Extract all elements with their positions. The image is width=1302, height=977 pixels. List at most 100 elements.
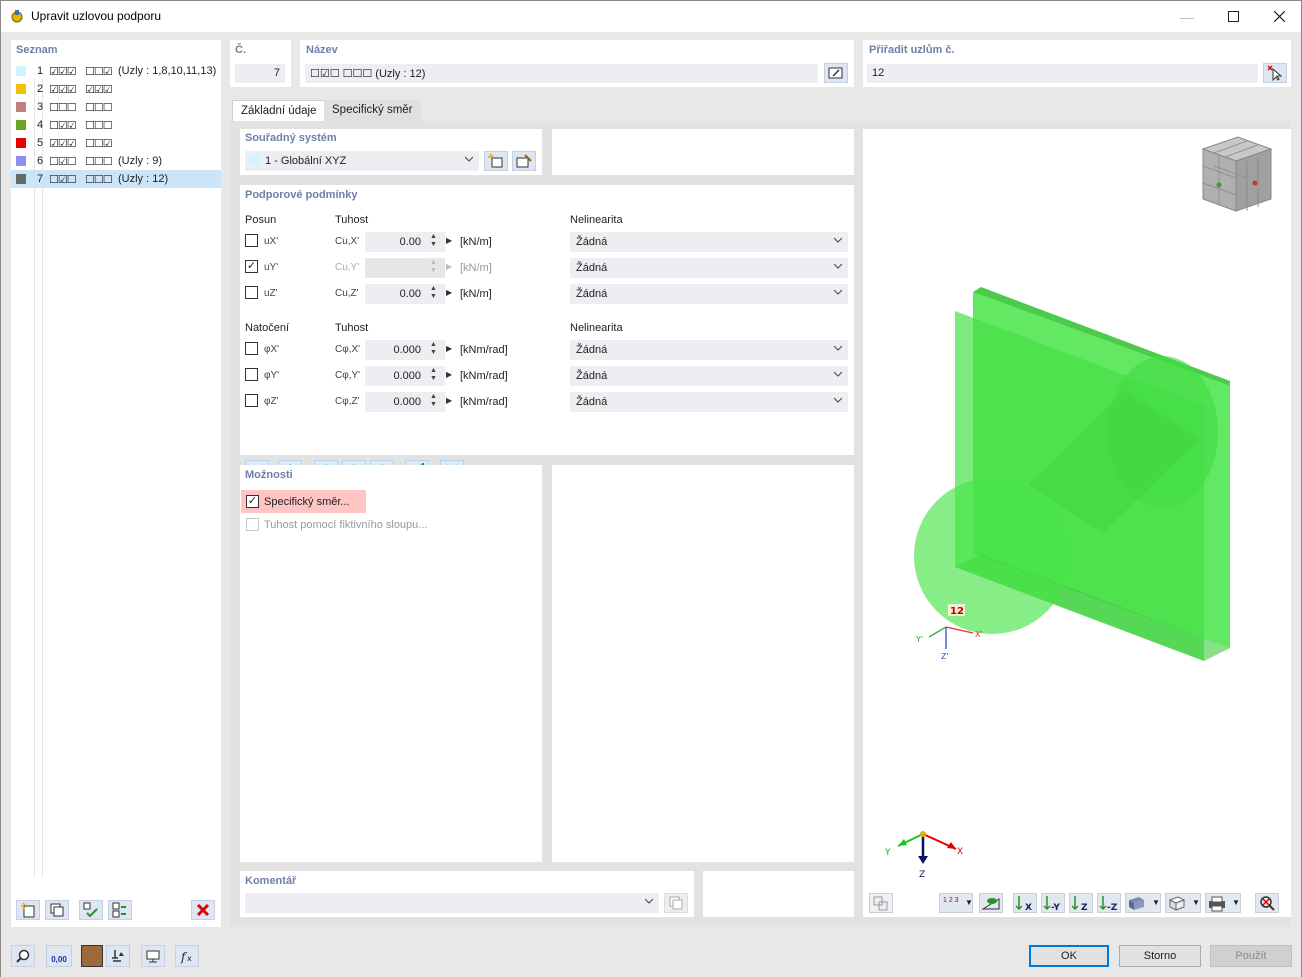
translation-stiffness-label: Cu,Y'	[335, 262, 360, 273]
perspective-button[interactable]: ▼	[1165, 893, 1201, 913]
check-all-button[interactable]	[79, 900, 103, 920]
spinner-icon[interactable]: ▲▼	[430, 259, 437, 275]
list-item[interactable]: 1 ☑☑☑ ☐☐☑ (Uzly : 1,8,10,11,13)	[11, 62, 221, 80]
edit-name-button[interactable]	[824, 63, 848, 83]
tree-guide	[34, 78, 35, 878]
list-header: Seznam	[16, 44, 58, 56]
arrow-right-icon[interactable]: ▶	[446, 236, 452, 245]
translation-nonlinearity-select[interactable]: Žádná	[570, 258, 848, 278]
arrow-right-icon[interactable]: ▶	[446, 262, 452, 271]
specific-direction-option[interactable]: ✓ Specifický směr...	[241, 490, 366, 513]
pick-nodes-button[interactable]	[1263, 63, 1287, 83]
minimize-button[interactable]: —	[1164, 1, 1210, 32]
arrow-right-icon[interactable]: ▶	[446, 288, 452, 297]
formula-button[interactable]: fx	[175, 945, 199, 967]
spinner-icon[interactable]: ▲▼	[430, 367, 437, 383]
new-item-button[interactable]	[16, 900, 40, 920]
apply-button[interactable]: Použít	[1210, 945, 1292, 967]
rotation-checkbox[interactable]	[245, 342, 258, 355]
check-selected-button[interactable]	[108, 900, 132, 920]
rotation-checkbox[interactable]	[245, 368, 258, 381]
list-item[interactable]: 3 ☐☐☐ ☐☐☐	[11, 98, 221, 116]
specific-direction-checkbox[interactable]: ✓	[246, 495, 259, 508]
list-item-label: (Uzly : 1,8,10,11,13)	[118, 65, 217, 77]
view-cube-icon[interactable]	[1201, 136, 1273, 212]
svg-text:-Z: -Z	[1107, 903, 1118, 912]
units-button[interactable]: 0,00	[46, 945, 72, 967]
view-sync-button[interactable]	[869, 893, 893, 913]
view-neg-z-button[interactable]: -Z	[1097, 893, 1121, 913]
list-item-number: 4	[37, 119, 44, 131]
tab-basic[interactable]: Základní údaje	[232, 100, 326, 122]
render-mode-icon	[1129, 897, 1144, 910]
title-bar: Upravit uzlovou podporu —	[1, 1, 1301, 32]
comment-input[interactable]	[245, 893, 659, 913]
stiffness-header-rot: Tuhost	[335, 322, 369, 334]
search-button[interactable]	[11, 945, 35, 967]
list-item[interactable]: 7 ☐☑☐ ☐☐☐ (Uzly : 12)	[11, 170, 221, 188]
view-model-button[interactable]	[141, 945, 165, 967]
fictitious-column-checkbox[interactable]	[246, 518, 259, 531]
list-item-color	[16, 102, 26, 112]
spinner-icon[interactable]: ▲▼	[430, 341, 437, 357]
coord-label: Souřadný systém	[245, 132, 337, 144]
check-all-icon	[83, 902, 98, 918]
list-item-translation-flags: ☑☑☑	[49, 84, 77, 96]
delete-item-button[interactable]	[191, 900, 215, 920]
number-panel: Č. 7	[230, 40, 291, 87]
list-item[interactable]: 5 ☑☑☑ ☐☐☑	[11, 134, 221, 152]
spinner-icon[interactable]: ▲▼	[430, 393, 437, 409]
translation-checkbox[interactable]: ✓	[245, 260, 258, 273]
translation-nonlinearity-select[interactable]: Žádná	[570, 232, 848, 252]
cancel-button[interactable]: Storno	[1119, 945, 1201, 967]
chevron-down-icon	[465, 156, 473, 162]
spinner-icon[interactable]: ▲▼	[430, 233, 437, 249]
view-x-button[interactable]: X	[1013, 893, 1037, 913]
tab-specific-direction[interactable]: Specifický směr	[324, 100, 421, 122]
chevron-down-icon	[645, 898, 653, 904]
list-item[interactable]: 6 ☐☑☐ ☐☐☐ (Uzly : 9)	[11, 152, 221, 170]
translation-nonlinearity-select[interactable]: Žádná	[570, 284, 848, 304]
rotation-nonlinearity-select[interactable]: Žádná	[570, 392, 848, 412]
rotation-nonlinearity-select[interactable]: Žádná	[570, 366, 848, 386]
rotation-nonlinearity-select[interactable]: Žádná	[570, 340, 848, 360]
translation-checkbox[interactable]	[245, 286, 258, 299]
support-type-button[interactable]	[106, 945, 130, 967]
comment-copy-button[interactable]	[664, 893, 688, 913]
spinner-icon[interactable]: ▲▼	[430, 285, 437, 301]
copy-icon	[669, 896, 683, 910]
view-x-icon: X	[1015, 896, 1032, 913]
number-field[interactable]: 7	[235, 64, 285, 83]
view-z-button[interactable]: Z	[1069, 893, 1093, 913]
new-coord-button[interactable]	[484, 151, 508, 171]
render-mode-button[interactable]: ▼	[1125, 893, 1161, 913]
name-field[interactable]: ☐☑☐ ☐☐☐ (Uzly : 12)	[305, 64, 818, 83]
list-item[interactable]: 4 ☐☑☑ ☐☐☐	[11, 116, 221, 134]
ok-button[interactable]: OK	[1029, 945, 1109, 967]
view-neg-y-button[interactable]: -Y	[1041, 893, 1065, 913]
list-item-number: 6	[37, 155, 44, 167]
numbering-button[interactable]: 1 2 3 ▼	[939, 893, 973, 913]
close-button[interactable]	[1256, 1, 1302, 32]
translation-checkbox[interactable]	[245, 234, 258, 247]
material-color-button[interactable]	[81, 945, 103, 967]
edit-coord-button[interactable]	[512, 151, 536, 171]
maximize-icon	[1227, 11, 1239, 22]
list-item-rotation-flags: ☐☐☐	[85, 102, 113, 114]
rotation-nonlinearity-value: Žádná	[576, 344, 608, 356]
arrow-right-icon[interactable]: ▶	[446, 344, 452, 353]
display-options-button[interactable]	[979, 893, 1003, 913]
arrow-right-icon[interactable]: ▶	[446, 370, 452, 379]
coord-select[interactable]: 1 - Globální XYZ	[245, 151, 479, 171]
list-item[interactable]: 2 ☑☑☑ ☑☑☑	[11, 80, 221, 98]
maximize-button[interactable]	[1210, 1, 1256, 32]
arrow-right-icon[interactable]: ▶	[446, 396, 452, 405]
rotation-checkbox[interactable]	[245, 394, 258, 407]
assign-field[interactable]: 12	[867, 64, 1258, 83]
view-3d-panel[interactable]: 12 X' Y' Z' X Y Z 1 2 3 ▼ X -Y Z -Z ▼ ▼ …	[863, 129, 1291, 917]
print-button[interactable]: ▼	[1205, 893, 1241, 913]
printer-icon	[1209, 896, 1225, 912]
rotation-header: Natočení	[245, 322, 290, 334]
reset-view-button[interactable]	[1255, 893, 1279, 913]
copy-item-button[interactable]	[45, 900, 69, 920]
